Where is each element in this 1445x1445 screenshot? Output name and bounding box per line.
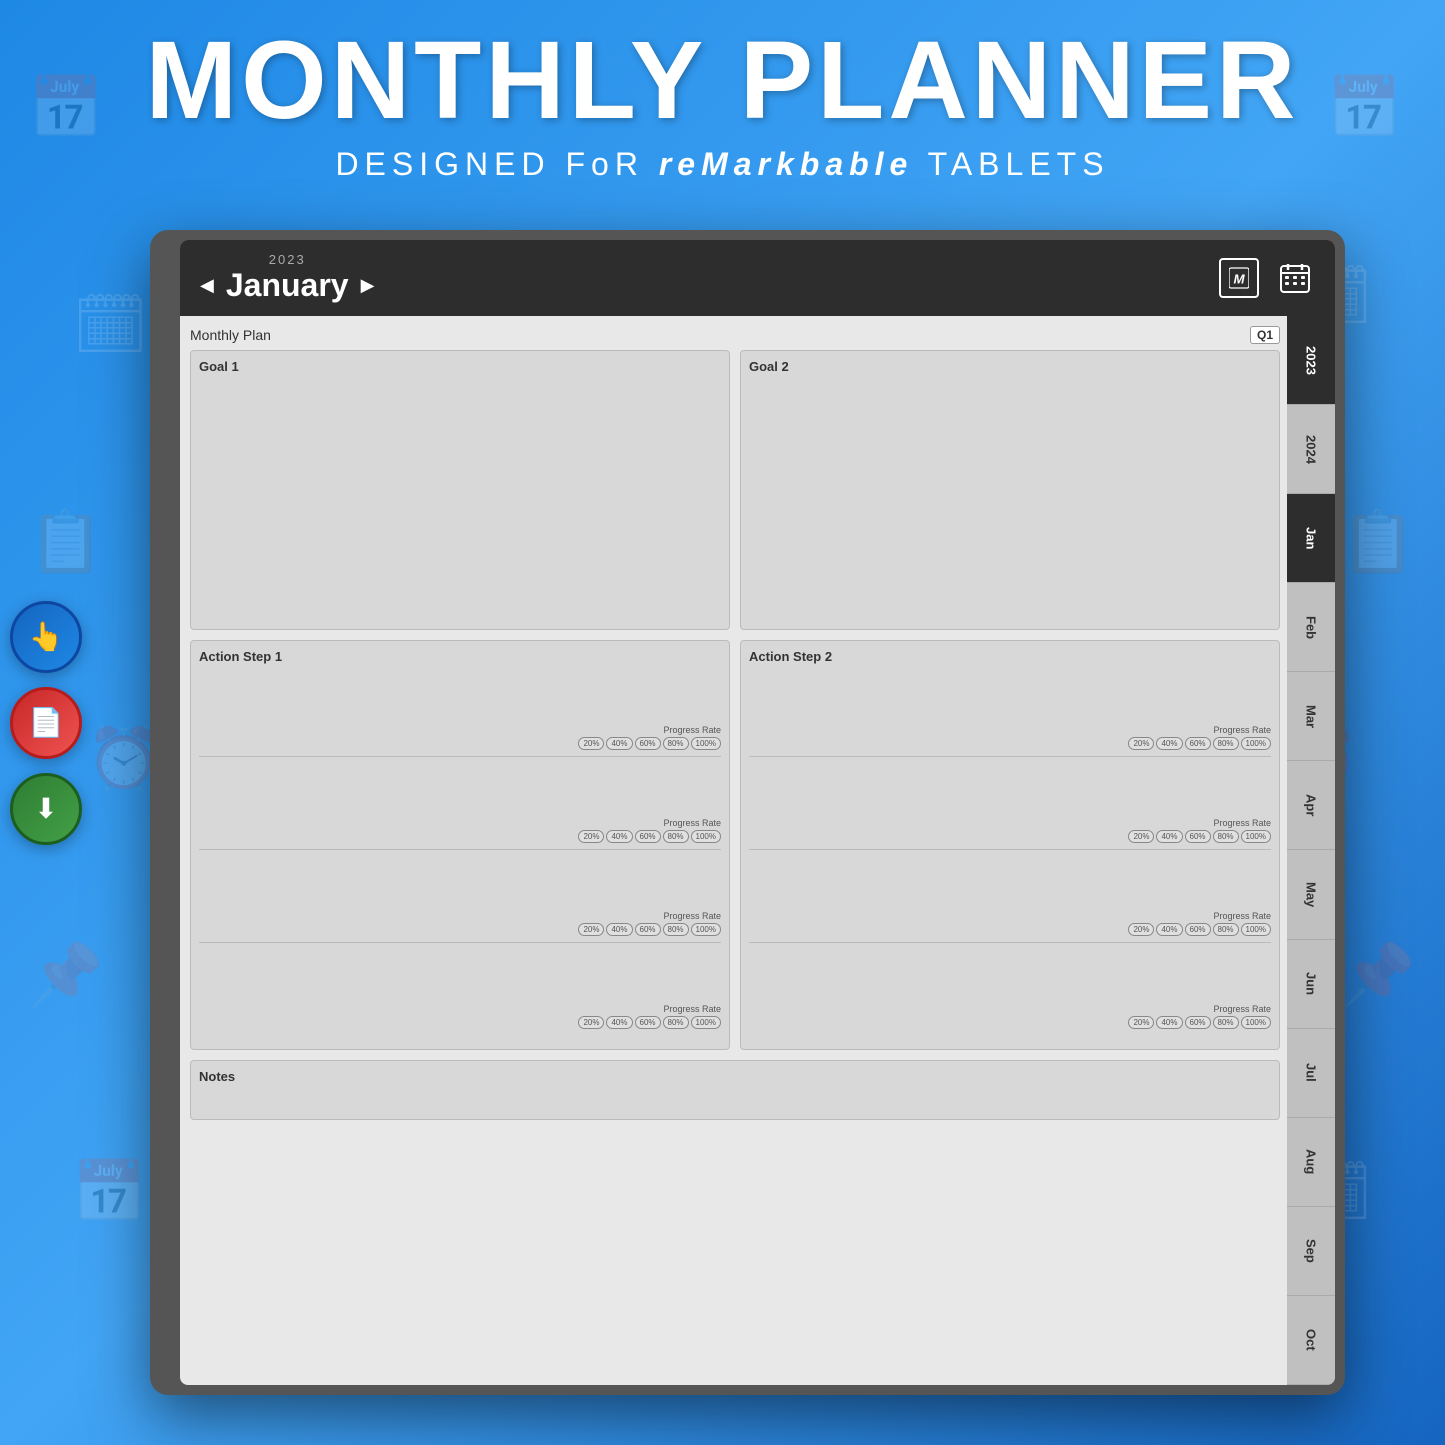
progress-pills-2-4: 20% 40% 60% 80% 100%	[749, 1016, 1271, 1029]
notes-section[interactable]: Notes	[190, 1060, 1280, 1120]
progress-pills-2-3: 20% 40% 60% 80% 100%	[749, 923, 1271, 936]
notes-label: Notes	[199, 1069, 1271, 1084]
subtitle: DESIGNED FoR reMarkbable TABLETS	[0, 146, 1445, 183]
download-icon: ⬇	[34, 792, 57, 825]
m-logo: M	[1219, 258, 1259, 298]
progress-label-2-4: Progress Rate	[1213, 1004, 1271, 1014]
tab-sep[interactable]: Sep	[1287, 1207, 1335, 1296]
calendar-icon[interactable]	[1275, 258, 1315, 298]
goal-1-label: Goal 1	[199, 359, 721, 374]
action-step-1-col: Action Step 1 Progress Rate 20% 40% 60% …	[190, 640, 730, 1050]
progress-pills-1-1: 20% 40% 60% 80% 100%	[199, 737, 721, 750]
cursor-icon: 👆	[29, 620, 64, 653]
cursor-button[interactable]: 👆	[10, 601, 82, 673]
month-nav: ◀ January ▶	[200, 267, 374, 304]
planner-content: Monthly Plan Q1 Goal 1 Goal 2 Ac	[180, 316, 1335, 1385]
action-steps-row: Action Step 1 Progress Rate 20% 40% 60% …	[190, 640, 1280, 1050]
action-step-2-title: Action Step 2	[749, 649, 1271, 664]
monthly-plan-label: Monthly Plan	[190, 327, 271, 343]
prev-month-button[interactable]: ◀	[200, 275, 214, 296]
progress-block-1-3: Progress Rate 20% 40% 60% 80% 100%	[199, 856, 721, 943]
subtitle-prefix: DESIGNED FoR	[335, 146, 658, 182]
action-step-2-4-text[interactable]	[749, 949, 1271, 1004]
tab-2024[interactable]: 2024	[1287, 405, 1335, 494]
progress-pills-2-2: 20% 40% 60% 80% 100%	[749, 830, 1271, 843]
progress-block-1-4: Progress Rate 20% 40% 60% 80% 100%	[199, 949, 721, 1035]
planner-header: 2023 ◀ January ▶ M	[180, 240, 1335, 316]
action-step-2-col: Action Step 2 Progress Rate 20% 40% 60% …	[740, 640, 1280, 1050]
goal-1-box[interactable]: Goal 1	[190, 350, 730, 630]
tab-jan[interactable]: Jan	[1287, 494, 1335, 583]
progress-pills-1-2: 20% 40% 60% 80% 100%	[199, 830, 721, 843]
progress-pills-2-1: 20% 40% 60% 80% 100%	[749, 737, 1271, 750]
title-area: MONTHLY PLANNER DESIGNED FoR reMarkbable…	[0, 20, 1445, 183]
tab-jun[interactable]: Jun	[1287, 940, 1335, 1029]
action-step-2-2-text[interactable]	[749, 763, 1271, 818]
tab-aug[interactable]: Aug	[1287, 1118, 1335, 1207]
pdf-icon: 📄	[29, 706, 64, 739]
tab-2023[interactable]: 2023	[1287, 316, 1335, 405]
right-sidebar: 2023 2024 Jan Feb Mar Apr May Jun Jul Au…	[1287, 316, 1335, 1385]
action-step-2-3-text[interactable]	[749, 856, 1271, 911]
progress-label-1-2: Progress Rate	[663, 818, 721, 828]
left-buttons: 👆 📄 ⬇	[10, 601, 82, 845]
goal-2-box[interactable]: Goal 2	[740, 350, 1280, 630]
year-label: 2023	[269, 252, 306, 267]
progress-block-1-1: Progress Rate 20% 40% 60% 80% 100%	[199, 670, 721, 757]
action-step-1-1-text[interactable]	[199, 670, 721, 725]
progress-block-1-2: Progress Rate 20% 40% 60% 80% 100%	[199, 763, 721, 850]
subtitle-suffix: TABLETS	[913, 146, 1109, 182]
pdf-button[interactable]: 📄	[10, 687, 82, 759]
goals-row: Goal 1 Goal 2	[190, 350, 1280, 630]
next-month-button[interactable]: ▶	[361, 275, 375, 296]
tab-apr[interactable]: Apr	[1287, 761, 1335, 850]
device-frame: 2023 ◀ January ▶ M	[150, 230, 1345, 1395]
header-icons: M	[1219, 258, 1315, 298]
progress-block-2-1: Progress Rate 20% 40% 60% 80% 100%	[749, 670, 1271, 757]
progress-label-1-1: Progress Rate	[663, 725, 721, 735]
monthly-plan-section: Monthly Plan Q1	[190, 326, 1280, 344]
progress-label-2-3: Progress Rate	[1213, 911, 1271, 921]
subtitle-brand: reMarkbable	[659, 146, 914, 182]
progress-label-2-1: Progress Rate	[1213, 725, 1271, 735]
month-name: January	[226, 267, 349, 304]
month-navigator: 2023 ◀ January ▶	[200, 252, 374, 304]
action-step-1-3-text[interactable]	[199, 856, 721, 911]
tab-feb[interactable]: Feb	[1287, 583, 1335, 672]
progress-block-2-3: Progress Rate 20% 40% 60% 80% 100%	[749, 856, 1271, 943]
progress-label-1-4: Progress Rate	[663, 1004, 721, 1014]
download-button[interactable]: ⬇	[10, 773, 82, 845]
goal-2-label: Goal 2	[749, 359, 1271, 374]
progress-label-2-2: Progress Rate	[1213, 818, 1271, 828]
progress-pills-1-4: 20% 40% 60% 80% 100%	[199, 1016, 721, 1029]
tab-mar[interactable]: Mar	[1287, 672, 1335, 761]
action-step-2-1-text[interactable]	[749, 670, 1271, 725]
progress-label-1-3: Progress Rate	[663, 911, 721, 921]
progress-block-2-4: Progress Rate 20% 40% 60% 80% 100%	[749, 949, 1271, 1035]
action-step-1-4-text[interactable]	[199, 949, 721, 1004]
quarter-badge: Q1	[1250, 326, 1280, 344]
action-step-1-title: Action Step 1	[199, 649, 721, 664]
progress-block-2-2: Progress Rate 20% 40% 60% 80% 100%	[749, 763, 1271, 850]
tab-jul[interactable]: Jul	[1287, 1029, 1335, 1118]
main-title: MONTHLY PLANNER	[0, 20, 1445, 141]
action-step-1-2-text[interactable]	[199, 763, 721, 818]
progress-pills-1-3: 20% 40% 60% 80% 100%	[199, 923, 721, 936]
tab-oct[interactable]: Oct	[1287, 1296, 1335, 1385]
tab-may[interactable]: May	[1287, 850, 1335, 939]
svg-text:M: M	[1233, 271, 1245, 286]
device-inner: 2023 ◀ January ▶ M	[180, 240, 1335, 1385]
